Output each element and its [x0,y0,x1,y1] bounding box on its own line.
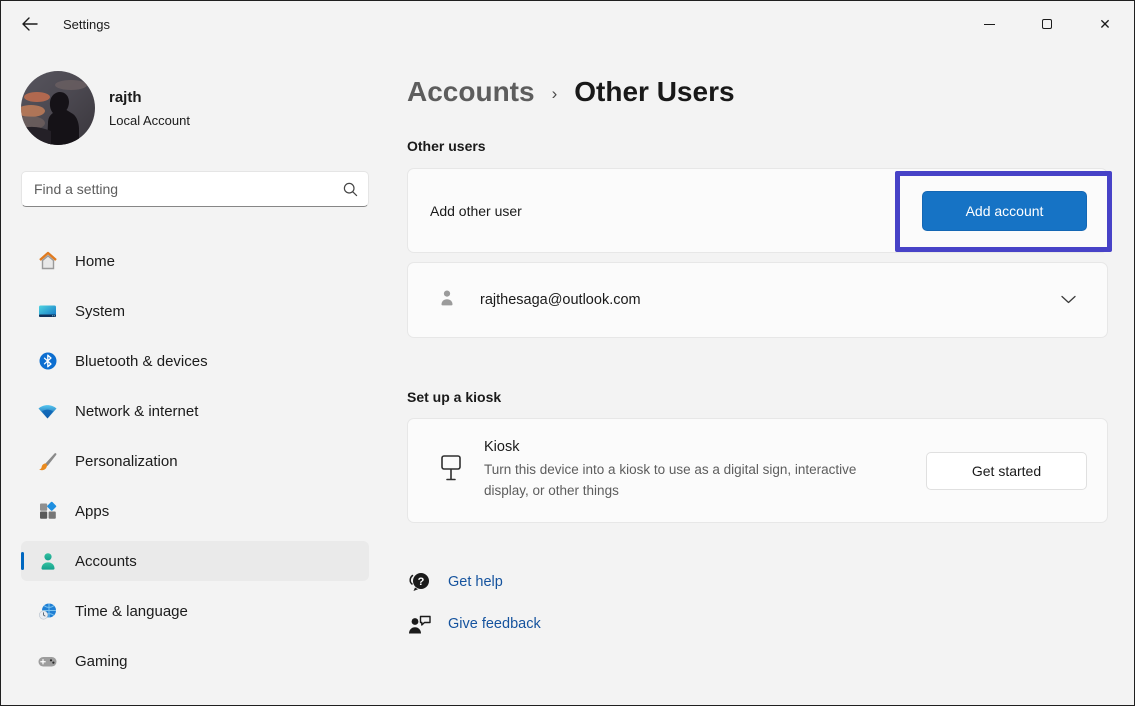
user-meta: rajth Local Account [109,89,190,128]
sidebar-nav: Home System [21,241,369,681]
kiosk-header: Set up a kiosk [407,389,1108,405]
breadcrumb: Accounts › Other Users [407,76,1108,108]
sidebar-item-network-internet[interactable]: Network & internet [21,391,369,431]
personalization-icon [37,451,58,472]
other-users-header: Other users [407,138,1108,154]
add-account-button[interactable]: Add account [922,191,1087,231]
apps-icon [37,501,58,522]
maximize-button[interactable] [1018,1,1076,47]
give-feedback-link[interactable]: Give feedback [448,616,541,632]
home-icon [37,251,58,272]
sidebar-item-label: Gaming [75,653,128,670]
person-icon [436,287,458,314]
chevron-down-icon[interactable] [1061,291,1077,309]
get-help-row: ? Get help [407,570,1108,593]
maximize-icon [1042,19,1052,29]
account-row[interactable]: rajthesaga@outlook.com [407,262,1108,338]
add-other-user-card: Add other user Add account [407,168,1108,253]
sidebar-item-gaming[interactable]: Gaming [21,641,369,681]
search-input[interactable] [34,181,343,197]
sidebar-item-label: Network & internet [75,403,198,420]
give-feedback-row: Give feedback [407,612,1108,636]
sidebar-item-label: Apps [75,503,109,520]
bluetooth-icon [37,351,58,372]
svg-text:?: ? [418,576,425,588]
sidebar-item-personalization[interactable]: Personalization [21,441,369,481]
main-panel: Accounts › Other Users Other users Add o… [391,47,1135,705]
search-icon [343,182,358,197]
account-email: rajthesaga@outlook.com [480,292,1061,308]
add-other-user-label: Add other user [430,203,522,219]
user-account-type: Local Account [109,113,190,128]
avatar-image [21,71,95,145]
sidebar-item-label: Personalization [75,453,178,470]
user-profile[interactable]: rajth Local Account [21,71,369,145]
sidebar: rajth Local Account [1,47,391,705]
avatar [21,71,95,145]
minimize-icon [984,24,995,25]
sidebar-item-accounts[interactable]: Accounts [21,541,369,581]
content-area: rajth Local Account [1,47,1134,705]
network-icon [37,401,58,422]
window-controls: ✕ [960,1,1134,47]
help-links: ? Get help Give feedback [407,570,1108,636]
titlebar: Settings ✕ [1,1,1134,47]
kiosk-title: Kiosk [484,439,926,455]
sidebar-item-label: Home [75,253,115,270]
close-button[interactable]: ✕ [1076,1,1134,47]
system-icon [37,301,58,322]
user-name: rajth [109,89,190,106]
feedback-icon [407,612,433,636]
sidebar-item-apps[interactable]: Apps [21,491,369,531]
minimize-button[interactable] [960,1,1018,47]
sidebar-item-label: Accounts [75,553,137,570]
window-title: Settings [63,17,110,32]
kiosk-icon [438,453,464,488]
back-arrow-icon [21,17,38,31]
breadcrumb-chevron-icon: › [552,84,558,104]
kiosk-description: Turn this device into a kiosk to use as … [484,460,894,502]
get-help-link[interactable]: Get help [448,574,503,590]
search-box[interactable] [21,171,369,207]
close-icon: ✕ [1099,17,1111,31]
gaming-icon [37,651,58,672]
kiosk-card: Kiosk Turn this device into a kiosk to u… [407,418,1108,523]
settings-window: Settings ✕ [0,0,1135,706]
accounts-icon [37,551,58,572]
sidebar-item-label: Bluetooth & devices [75,353,208,370]
back-button[interactable] [9,6,49,42]
page-title: Other Users [574,76,734,108]
get-started-button[interactable]: Get started [926,452,1087,490]
sidebar-item-label: Time & language [75,603,188,620]
sidebar-item-label: System [75,303,125,320]
sidebar-item-home[interactable]: Home [21,241,369,281]
help-icon: ? [407,570,433,593]
kiosk-text: Kiosk Turn this device into a kiosk to u… [484,439,926,502]
sidebar-item-system[interactable]: System [21,291,369,331]
sidebar-item-bluetooth-devices[interactable]: Bluetooth & devices [21,341,369,381]
time-language-icon [37,601,58,622]
breadcrumb-accounts[interactable]: Accounts [407,76,535,108]
sidebar-item-time-language[interactable]: Time & language [21,591,369,631]
